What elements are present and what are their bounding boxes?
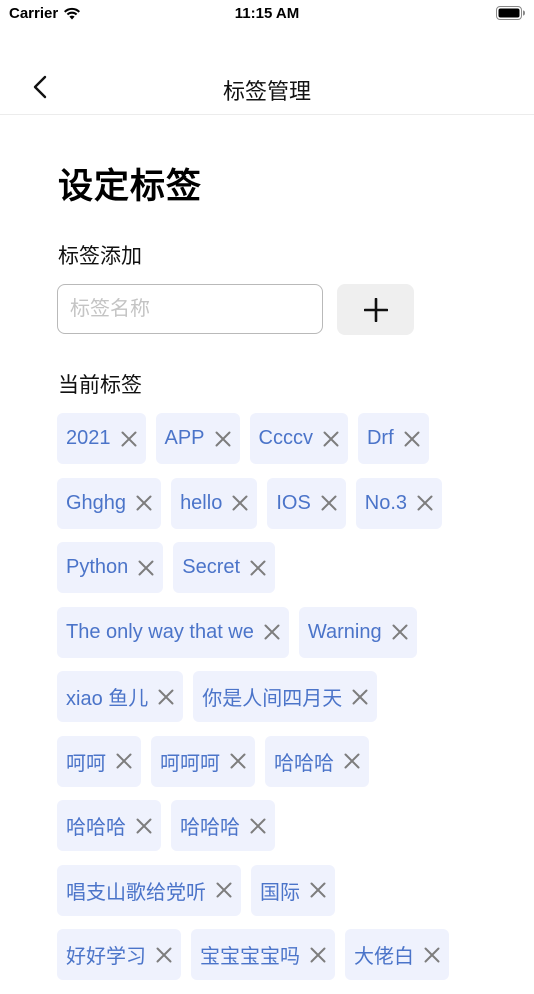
tag-label: 好好学习 <box>66 946 146 968</box>
remove-tag-icon[interactable] <box>343 752 361 770</box>
tag-row: Ghghg hello IOS No.3 <box>57 477 497 530</box>
remove-tag-icon[interactable] <box>115 752 133 770</box>
remove-tag-icon[interactable] <box>423 946 441 964</box>
tag-chip[interactable]: 哈哈哈 <box>265 735 369 787</box>
tag-row: 哈哈哈 哈哈哈 <box>57 800 497 852</box>
page-title: 标签管理 <box>222 79 311 104</box>
tag-label: xiao 鱼儿 <box>66 688 149 710</box>
remove-tag-icon[interactable] <box>137 559 155 577</box>
tag-row: The only way that we Warning <box>57 606 497 659</box>
remove-tag-icon[interactable] <box>309 946 327 964</box>
tag-chip[interactable]: 哈哈哈 <box>57 800 161 851</box>
tag-label: 哈哈哈 <box>274 752 334 775</box>
remove-tag-icon[interactable] <box>320 494 338 512</box>
remove-tag-icon[interactable] <box>231 494 249 512</box>
tag-label: IOS <box>276 491 311 514</box>
tag-list: 2021 APP Ccccv Drf Ghghg hello IOS No.3 Python Se… <box>57 413 497 994</box>
tag-chip[interactable]: 大佬白 <box>345 929 449 980</box>
tag-chip[interactable]: 国际 <box>251 864 335 916</box>
tag-chip[interactable]: 好好学习 <box>57 929 181 980</box>
remove-tag-icon[interactable] <box>249 559 267 577</box>
tag-label: Drf <box>366 427 394 449</box>
status-bar: Carrier 11:15 AM <box>0 0 534 28</box>
remove-tag-icon[interactable] <box>322 430 340 448</box>
tag-label: No.3 <box>364 491 408 514</box>
clock: 11:15 AM <box>234 5 300 22</box>
tag-label: 国际 <box>260 881 300 904</box>
tag-chip[interactable]: The only way that we <box>57 606 289 658</box>
add-tag-label: 标签添加 <box>58 245 142 268</box>
tag-label: 大佬白 <box>354 946 414 968</box>
tag-chip[interactable]: Ghghg <box>57 477 162 529</box>
add-tag-button[interactable] <box>337 284 414 335</box>
tag-chip[interactable]: 呵呵 <box>57 735 141 787</box>
tag-chip[interactable]: Ccccv <box>249 413 348 464</box>
navigation-bar: 标签管理 <box>0 62 534 115</box>
tag-label: Python <box>66 556 129 578</box>
remove-tag-icon[interactable] <box>263 623 281 641</box>
tag-name-input[interactable] <box>57 284 323 334</box>
tag-chip[interactable]: 2021 <box>57 413 146 464</box>
tag-label: 2021 <box>66 427 111 449</box>
tag-label: Ccccv <box>258 427 313 449</box>
current-tags-label: 当前标签 <box>58 374 142 397</box>
tag-row: Python Secret <box>57 542 497 594</box>
tag-row: 好好学习 宝宝宝宝吗 大佬白 <box>57 929 497 981</box>
remove-tag-icon[interactable] <box>120 430 138 448</box>
remove-tag-icon[interactable] <box>351 688 369 706</box>
tag-label: 呵呵呵 <box>160 752 220 775</box>
tag-chip[interactable]: IOS <box>267 477 346 529</box>
tag-label: APP <box>164 427 205 449</box>
tag-row: 唱支山歌给党听 国际 <box>57 864 497 917</box>
remove-tag-icon[interactable] <box>157 688 175 706</box>
tag-chip[interactable]: xiao 鱼儿 <box>57 671 184 722</box>
tag-chip[interactable]: hello <box>171 477 258 529</box>
plus-icon <box>363 297 388 322</box>
tag-label: 哈哈哈 <box>66 817 126 839</box>
remove-tag-icon[interactable] <box>135 494 153 512</box>
tag-label: 哈哈哈 <box>180 817 240 839</box>
remove-tag-icon[interactable] <box>215 881 233 899</box>
battery-icon <box>496 6 525 20</box>
tag-label: 唱支山歌给党听 <box>66 881 206 904</box>
tag-label: 呵呵 <box>66 752 106 775</box>
remove-tag-icon[interactable] <box>249 817 267 835</box>
remove-tag-icon[interactable] <box>309 881 327 899</box>
tag-label: Warning <box>307 620 382 643</box>
tag-chip[interactable]: 宝宝宝宝吗 <box>191 929 335 980</box>
tag-chip[interactable]: Secret <box>173 542 276 593</box>
tag-label: 宝宝宝宝吗 <box>200 946 300 968</box>
tag-chip[interactable]: 你是人间四月天 <box>193 671 378 722</box>
tag-label: 你是人间四月天 <box>202 688 343 710</box>
tag-label: Ghghg <box>66 491 127 514</box>
remove-tag-icon[interactable] <box>214 430 232 448</box>
tag-label: The only way that we <box>66 620 254 643</box>
tag-row: xiao 鱼儿 你是人间四月天 <box>57 671 497 723</box>
remove-tag-icon[interactable] <box>416 494 434 512</box>
remove-tag-icon[interactable] <box>155 946 173 964</box>
tag-chip[interactable]: No.3 <box>355 477 443 529</box>
tag-label: Secret <box>182 556 241 578</box>
tag-chip[interactable]: Warning <box>298 606 417 658</box>
tag-row: 呵呵 呵呵呵 哈哈哈 <box>57 735 497 788</box>
tag-chip[interactable]: Drf <box>357 413 429 464</box>
section-heading: 设定标签 <box>58 167 203 206</box>
tag-chip[interactable]: 唱支山歌给党听 <box>57 864 241 916</box>
tag-chip[interactable]: 呵呵呵 <box>151 735 255 787</box>
remove-tag-icon[interactable] <box>229 752 247 770</box>
remove-tag-icon[interactable] <box>391 623 409 641</box>
remove-tag-icon[interactable] <box>403 430 421 448</box>
tag-chip[interactable]: 哈哈哈 <box>171 800 275 851</box>
tag-chip[interactable]: APP <box>155 413 240 464</box>
remove-tag-icon[interactable] <box>135 817 153 835</box>
tag-label: hello <box>180 491 223 514</box>
tag-chip[interactable]: Python <box>57 542 164 593</box>
tag-row: 2021 APP Ccccv Drf <box>57 413 497 465</box>
